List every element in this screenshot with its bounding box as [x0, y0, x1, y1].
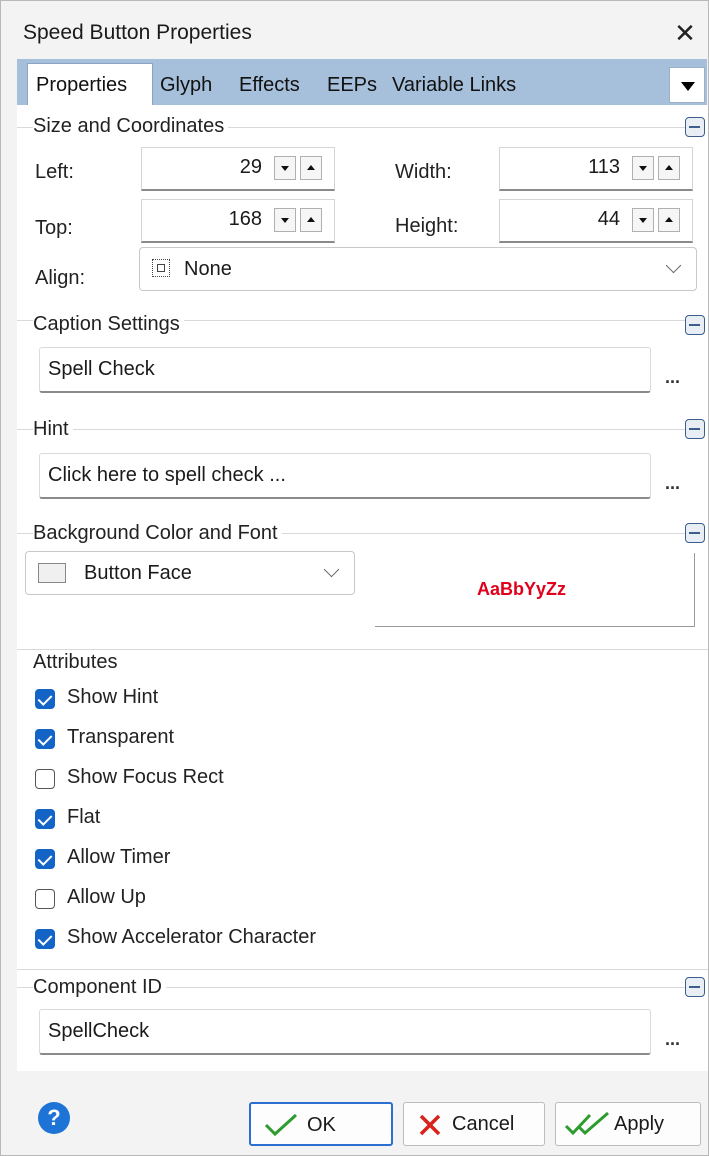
width-spin-field[interactable]: 113	[499, 147, 693, 191]
cancel-label: Cancel	[452, 1113, 515, 1135]
height-value: 44	[597, 208, 620, 230]
component-id-input[interactable]: SpellCheck	[39, 1009, 651, 1055]
spin-down-icon[interactable]	[274, 208, 296, 232]
spin-up-icon[interactable]	[300, 156, 322, 180]
hint-ellipsis-button[interactable]: ...	[665, 473, 680, 494]
spin-down-icon[interactable]	[632, 156, 654, 180]
height-label: Height:	[395, 215, 459, 237]
width-value: 113	[588, 156, 620, 178]
cancel-button[interactable]: Cancel	[403, 1102, 545, 1146]
top-value: 168	[228, 208, 262, 230]
tab-strip: Properties Glyph Effects EEPs Variable L…	[17, 59, 707, 106]
collapse-icon[interactable]	[685, 419, 705, 439]
checkbox-label: Transparent	[67, 726, 175, 748]
spin-down-icon[interactable]	[274, 156, 296, 180]
tab-properties[interactable]: Properties	[27, 63, 153, 105]
checkbox-flat[interactable]	[35, 809, 55, 829]
section-divider	[17, 969, 708, 970]
spin-up-icon[interactable]	[658, 156, 680, 180]
top-spin-field[interactable]: 168	[141, 199, 335, 243]
component-ellipsis-button[interactable]: ...	[665, 1029, 680, 1050]
tab-variable-links[interactable]: Variable Links	[392, 67, 516, 104]
close-icon[interactable]: ✕	[661, 11, 708, 55]
align-select[interactable]: None	[139, 247, 697, 291]
left-value: 29	[239, 156, 262, 178]
tab-overflow-icon[interactable]	[669, 67, 705, 103]
background-color-select[interactable]: Button Face	[25, 551, 355, 595]
align-none-icon	[152, 259, 170, 277]
chevron-down-icon	[323, 561, 340, 578]
apply-button[interactable]: Apply	[555, 1102, 701, 1146]
align-value: None	[184, 258, 232, 280]
align-label: Align:	[35, 267, 86, 289]
checkbox-label: Show Hint	[67, 686, 159, 708]
color-swatch-icon	[38, 563, 66, 583]
left-spin-field[interactable]: 29	[141, 147, 335, 191]
tab-glyph[interactable]: Glyph	[160, 67, 212, 104]
section-background-title: Background Color and Font	[33, 522, 282, 545]
properties-panel: Size and Coordinates Left: 29 Width: 113…	[17, 105, 708, 1071]
section-caption-title: Caption Settings	[33, 313, 184, 336]
help-icon[interactable]: ?	[38, 1102, 70, 1134]
collapse-icon[interactable]	[685, 117, 705, 137]
cancel-x-icon	[419, 1114, 441, 1136]
section-attributes-title: Attributes	[33, 651, 122, 674]
checkbox-label: Allow Up	[67, 886, 146, 908]
collapse-icon[interactable]	[685, 977, 705, 997]
spin-up-icon[interactable]	[658, 208, 680, 232]
checkbox-show-focus-rect[interactable]	[35, 769, 55, 789]
checkbox-transparent[interactable]	[35, 729, 55, 749]
section-divider	[17, 649, 708, 650]
caption-ellipsis-button[interactable]: ...	[665, 367, 680, 388]
tab-eeps[interactable]: EEPs	[327, 67, 377, 104]
collapse-icon[interactable]	[685, 315, 705, 335]
chevron-down-icon	[665, 257, 682, 274]
background-color-value: Button Face	[84, 562, 192, 584]
window-title: Speed Button Properties	[23, 21, 252, 44]
checkbox-allow-timer[interactable]	[35, 849, 55, 869]
section-divider	[17, 429, 685, 430]
font-sample: AaBbYyZz	[477, 579, 567, 599]
checkbox-label: Show Focus Rect	[67, 766, 224, 788]
apply-label: Apply	[614, 1113, 665, 1135]
collapse-icon[interactable]	[685, 523, 705, 543]
title-bar: Speed Button Properties ✕	[1, 1, 708, 65]
dialog-window: Speed Button Properties ✕ Properties Gly…	[0, 0, 709, 1156]
checkbox-label: Show Accelerator Character	[67, 926, 317, 948]
font-preview-box[interactable]: AaBbYyZz	[375, 553, 695, 627]
tab-effects[interactable]: Effects	[239, 67, 300, 104]
ok-label: OK	[307, 1114, 336, 1136]
ok-button[interactable]: OK	[249, 1102, 393, 1146]
checkbox-label: Allow Timer	[67, 846, 171, 868]
checkbox-label: Flat	[67, 806, 101, 828]
ok-check-icon	[264, 1113, 298, 1137]
checkbox-show-hint[interactable]	[35, 689, 55, 709]
caption-input[interactable]: Spell Check	[39, 347, 651, 393]
hint-input[interactable]: Click here to spell check ...	[39, 453, 651, 499]
section-hint-title: Hint	[33, 418, 73, 441]
height-spin-field[interactable]: 44	[499, 199, 693, 243]
section-size-title: Size and Coordinates	[33, 115, 229, 138]
width-label: Width:	[395, 161, 452, 183]
checkbox-allow-up[interactable]	[35, 889, 55, 909]
apply-double-check-icon	[564, 1111, 609, 1136]
spin-up-icon[interactable]	[300, 208, 322, 232]
top-label: Top:	[35, 217, 73, 239]
section-component-title: Component ID	[33, 976, 166, 999]
left-label: Left:	[35, 161, 74, 183]
checkbox-show-accelerator[interactable]	[35, 929, 55, 949]
spin-down-icon[interactable]	[632, 208, 654, 232]
